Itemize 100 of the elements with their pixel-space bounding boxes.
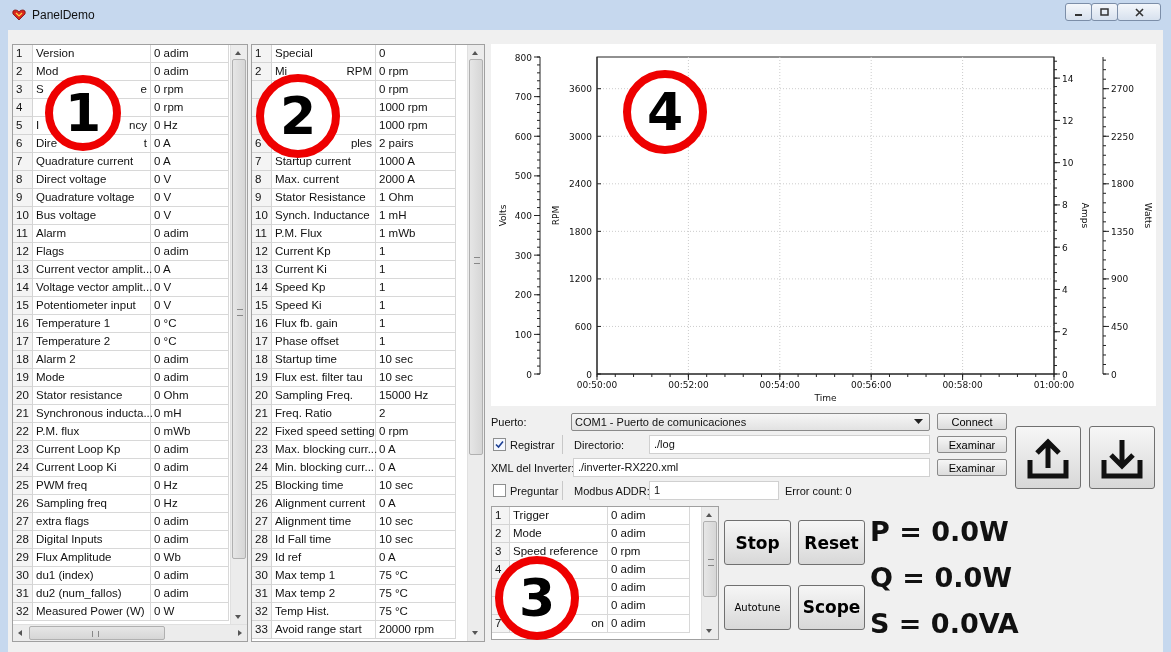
- row-number: 29: [252, 549, 272, 567]
- table-cell: 2000 A: [376, 171, 456, 189]
- download-button[interactable]: [1089, 426, 1155, 489]
- table-cell: 0 V: [151, 279, 229, 297]
- table-cell: Temp Hist.: [272, 603, 376, 621]
- power-readout: Q = 0.0W: [870, 561, 1013, 595]
- axis-tick-label: 100: [514, 329, 532, 340]
- row-number: 15: [13, 297, 33, 315]
- table-cell: Flux Amplitude: [33, 549, 151, 567]
- table-cell: 2: [376, 405, 456, 423]
- table-cell: Stator resistance: [33, 387, 151, 405]
- table-cell: Freq. Ratio: [272, 405, 376, 423]
- upload-button[interactable]: [1015, 426, 1081, 489]
- row-number: 18: [252, 351, 272, 369]
- table-cell: 10 sec: [376, 531, 456, 549]
- table-cell: 1: [376, 315, 456, 333]
- table-cell: 0 V: [151, 297, 229, 315]
- scrollbar[interactable]: [467, 45, 484, 641]
- table-cell: 75 °C: [376, 585, 456, 603]
- action-button[interactable]: Reset: [798, 520, 865, 565]
- directory-field[interactable]: ./log: [649, 435, 930, 454]
- action-button[interactable]: Scope: [798, 584, 865, 630]
- table-cell: Flux est. filter tau: [272, 369, 376, 387]
- table-cell: 0 adim: [608, 507, 690, 525]
- table-cell: Synch. Inductance: [272, 207, 376, 225]
- xml-file-field[interactable]: ./inverter-RX220.xml: [573, 458, 930, 477]
- row-number: 23: [13, 441, 33, 459]
- table-cell: 20000 rpm: [376, 621, 456, 639]
- field-label: Puerto:: [491, 415, 528, 428]
- row-number: 6: [13, 135, 33, 153]
- table-cell: 0 A: [151, 135, 229, 153]
- row-number: 13: [252, 261, 272, 279]
- row-number: 12: [13, 243, 33, 261]
- table-cell: 10 sec: [376, 351, 456, 369]
- table-cell: du1 (index): [33, 567, 151, 585]
- row-number: 22: [13, 423, 33, 441]
- table-cell: 0 mWb: [151, 423, 229, 441]
- browse-button[interactable]: Examinar: [937, 459, 1007, 476]
- table-cell: 1 mH: [376, 207, 456, 225]
- axis-tick-label: 00:58:00: [942, 380, 983, 390]
- maximize-button[interactable]: [1091, 3, 1118, 21]
- port-dropdown[interactable]: COM1 - Puerto de comunicaciones: [571, 412, 930, 431]
- scroll-left-icon[interactable]: [18, 630, 22, 636]
- axis-tick-label: 500: [514, 171, 532, 182]
- cell-text: RPM: [346, 64, 373, 79]
- scroll-up-icon[interactable]: [472, 51, 478, 55]
- power-readout: S = 0.0VA: [870, 607, 1019, 641]
- modbus-address-field[interactable]: 1: [649, 481, 779, 500]
- row-number: 8: [252, 171, 272, 189]
- row-number: 27: [252, 513, 272, 531]
- connect-button[interactable]: Connect: [937, 413, 1007, 430]
- scroll-up-icon[interactable]: [706, 513, 712, 517]
- row-number: 11: [252, 225, 272, 243]
- table-cell: 0 adim: [151, 459, 229, 477]
- checkbox[interactable]: [493, 484, 506, 497]
- cell-text: e: [140, 82, 148, 97]
- table-cell: 0 adim: [151, 351, 229, 369]
- maximize-icon: [1100, 7, 1109, 17]
- table-cell: Mode: [33, 369, 151, 387]
- table-cell: Special: [272, 45, 376, 63]
- row-number: 1: [252, 45, 272, 63]
- table-cell: Stator Resistance: [272, 189, 376, 207]
- callout-number: 1: [64, 87, 102, 139]
- axis-tick-label: 2: [1062, 327, 1068, 338]
- table-cell: Avoid range start: [272, 621, 376, 639]
- table-cell: 75 °C: [376, 567, 456, 585]
- table-cell: 0 adim: [151, 567, 229, 585]
- action-button[interactable]: Stop: [724, 520, 791, 565]
- scrollbar[interactable]: [13, 624, 247, 641]
- table-cell: 0 V: [151, 207, 229, 225]
- action-button[interactable]: Autotune: [724, 584, 791, 630]
- table-cell: 0 Hz: [151, 477, 229, 495]
- table-cell: Max temp 1: [272, 567, 376, 585]
- scroll-down-icon[interactable]: [235, 615, 241, 619]
- scrollbar[interactable]: [701, 507, 718, 639]
- row-number: 26: [13, 495, 33, 513]
- minimize-button[interactable]: [1065, 3, 1092, 21]
- row-number: 25: [13, 477, 33, 495]
- axis-title: RPM: [551, 205, 561, 226]
- row-number: 3: [13, 81, 33, 99]
- scrollbar[interactable]: [230, 45, 247, 625]
- axis-tick-label: 4: [1062, 284, 1068, 295]
- scroll-right-icon[interactable]: [238, 630, 242, 636]
- close-button[interactable]: [1117, 3, 1161, 21]
- row-number: 1: [492, 507, 510, 525]
- table-cell: 0 A: [376, 495, 456, 513]
- table-cell: 1000 A: [376, 153, 456, 171]
- axis-tick-label: 3000: [569, 131, 592, 142]
- scroll-down-icon[interactable]: [472, 631, 478, 635]
- table-cell: Max. current: [272, 171, 376, 189]
- row-number: 19: [252, 369, 272, 387]
- callout-number: 4: [646, 86, 684, 138]
- row-number: 10: [252, 207, 272, 225]
- row-number: 5: [13, 117, 33, 135]
- checkbox[interactable]: [493, 438, 506, 451]
- minimize-icon: [1075, 14, 1082, 16]
- browse-button[interactable]: Examinar: [937, 436, 1007, 453]
- scroll-down-icon[interactable]: [706, 629, 712, 633]
- scroll-up-icon[interactable]: [235, 51, 241, 55]
- table-cell: 0 °C: [151, 333, 229, 351]
